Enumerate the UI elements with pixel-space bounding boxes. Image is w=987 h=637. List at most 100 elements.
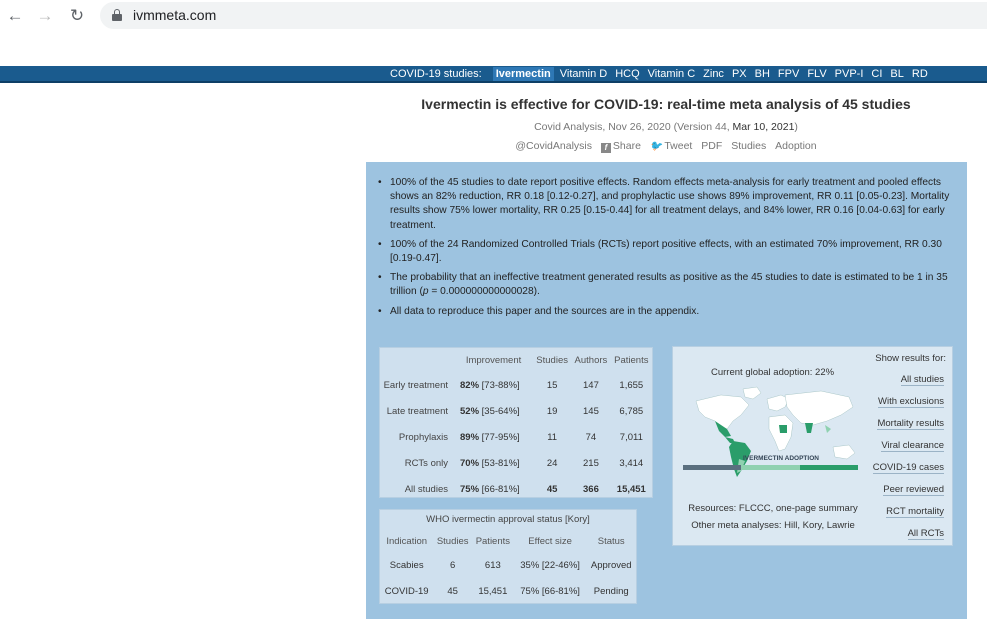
twitter-handle-link[interactable]: @CovidAnalysis [515, 140, 592, 152]
show-results-link[interactable]: All studies [900, 374, 944, 386]
tweet-label: Tweet [664, 140, 693, 152]
studies-link[interactable]: Studies [731, 140, 766, 152]
map-north-america [695, 394, 750, 430]
studies-cell: 11 [547, 431, 558, 443]
results-table-box: Improvement Studies Authors Patients Ear… [379, 347, 653, 498]
results-table: Improvement Studies Authors Patients Ear… [380, 348, 652, 502]
nav-item-ci[interactable]: CI [871, 67, 882, 81]
row-label[interactable]: Early treatment [380, 372, 454, 398]
row-label[interactable]: All studies [380, 476, 454, 502]
resources-line[interactable]: Resources: FLCCC, one-page summary [673, 503, 873, 514]
reload-icon[interactable]: ↻ [66, 5, 88, 27]
who-header: Effect size [528, 535, 572, 547]
who-cell: 6 [450, 559, 456, 571]
nav-item-pvp-i[interactable]: PVP-I [835, 67, 864, 81]
show-results-link[interactable]: Viral clearance [881, 440, 944, 452]
patients-cell: 7,011 [619, 431, 643, 443]
show-results-item: All RCTs [873, 527, 944, 549]
forward-arrow-icon[interactable]: → [34, 5, 56, 27]
confidence-interval: [35-64%] [481, 405, 520, 417]
table-row: Late treatment 52% [35-64%] 19 145 6,785 [380, 398, 652, 424]
who-cell: 75% [66-81%] [520, 585, 580, 597]
byline-end: ) [794, 121, 798, 133]
share-label: Share [612, 140, 641, 152]
show-results-title: Show results for: [875, 353, 946, 364]
nav-item-flv[interactable]: FLV [807, 67, 826, 81]
nav-item-rd[interactable]: RD [912, 67, 928, 81]
summary-bullet: All data to reproduce this paper and the… [378, 305, 956, 319]
patients-cell: 15,451 [616, 483, 646, 495]
nav-item-zinc[interactable]: Zinc [703, 67, 724, 81]
show-results-link[interactable]: With exclusions [878, 396, 944, 408]
table-row: Scabies 6 613 35% [22-46%] Approved [380, 552, 636, 578]
nav-item-bh[interactable]: BH [755, 67, 770, 81]
show-results-link[interactable]: COVID-19 cases [872, 462, 944, 474]
legend-swatch-adopted [799, 465, 858, 470]
page-title: Ivermectin is effective for COVID-19: re… [421, 96, 911, 112]
improvement-cell: 52% [35-64%] [454, 398, 533, 424]
pdf-link[interactable]: PDF [701, 140, 722, 152]
facebook-icon: f [600, 143, 611, 153]
address-bar[interactable]: ivmmeta.com [100, 2, 987, 29]
table-row: All studies 75% [66-81%] 45 366 15,451 [380, 476, 652, 502]
confidence-interval: [73-88%] [481, 379, 520, 391]
confidence-interval: [53-81%] [481, 457, 520, 469]
who-header: Patients [475, 535, 511, 547]
map-asia [784, 390, 854, 426]
table-row: RCTs only 70% [53-81%] 24 215 3,414 [380, 450, 652, 476]
url-text[interactable]: ivmmeta.com [133, 7, 216, 23]
authors-cell: 147 [583, 379, 599, 391]
show-results-item: With exclusions [873, 395, 944, 417]
browser-toolbar: ← → ↻ ivmmeta.com [0, 0, 987, 32]
nav-item-vitamin-d[interactable]: Vitamin D [560, 67, 607, 81]
show-results-link[interactable]: All RCTs [907, 528, 944, 540]
show-results-link[interactable]: RCT mortality [886, 506, 944, 518]
show-results-item: COVID-19 cases [872, 461, 944, 483]
results-header: Studies [536, 354, 568, 366]
nav-item-fpv[interactable]: FPV [778, 67, 799, 81]
improvement-value: 89% [460, 431, 480, 443]
lock-icon[interactable] [112, 9, 122, 21]
studies-cell: 45 [546, 483, 558, 495]
share-links: @CovidAnalysis f Share 🐦 Tweet PDF Studies… [366, 140, 966, 153]
summary-panel: 100% of the 45 studies to date report po… [366, 162, 967, 619]
byline: Covid Analysis, Nov 26, 2020 (Version 44… [366, 121, 966, 133]
back-arrow-icon[interactable]: ← [4, 5, 26, 27]
improvement-cell: 75% [66-81%] [454, 476, 533, 502]
row-label[interactable]: RCTs only [380, 450, 454, 476]
who-cell: 45 [447, 585, 458, 597]
confidence-interval: [77-95%] [481, 431, 520, 443]
patients-cell: 3,414 [619, 457, 644, 469]
authors-cell: 74 [585, 431, 597, 443]
nav-item-hcq[interactable]: HCQ [615, 67, 639, 81]
authors-cell: 366 [583, 483, 599, 495]
tweet-link[interactable]: 🐦 Tweet [650, 140, 692, 152]
improvement-value: 82% [460, 379, 480, 391]
row-label[interactable]: Late treatment [380, 398, 454, 424]
patients-cell: 6,785 [619, 405, 644, 417]
nav-item-bl[interactable]: BL [890, 67, 903, 81]
studies-cell: 19 [546, 405, 558, 417]
other-meta-line[interactable]: Other meta analyses: Hill, Kory, Lawrie [673, 520, 873, 531]
byline-text: Covid Analysis, Nov 26, 2020 (Version 44… [534, 121, 733, 133]
nav-item-ivermectin[interactable]: Ivermectin [492, 67, 554, 81]
map-australia [832, 444, 856, 460]
map-southeast-asia [825, 425, 831, 433]
nav-item-px[interactable]: PX [732, 67, 747, 81]
who-table-title[interactable]: WHO ivermectin approval status [Kory] [380, 510, 636, 530]
share-link[interactable]: f Share [600, 140, 641, 153]
studies-nav-bar: COVID-19 studies: Ivermectin Vitamin D HCQ… [0, 66, 987, 83]
show-results-link[interactable]: Mortality results [877, 418, 944, 430]
improvement-value: 75% [460, 483, 480, 495]
who-cell: 15,451 [478, 585, 508, 597]
adoption-link[interactable]: Adoption [775, 140, 816, 152]
show-results-link[interactable]: Peer reviewed [883, 484, 944, 496]
row-label[interactable]: Prophylaxis [380, 424, 454, 450]
map-greenland [742, 386, 762, 400]
who-cell: 35% [22-46%] [520, 559, 580, 571]
summary-bullet: 100% of the 24 Randomized Controlled Tri… [378, 238, 956, 266]
studies-nav: COVID-19 studies: Ivermectin Vitamin D HCQ… [390, 67, 936, 81]
nav-item-vitamin-c[interactable]: Vitamin C [648, 67, 695, 81]
show-results-item: All studies [873, 373, 944, 395]
legend-swatch-partial [741, 465, 800, 470]
